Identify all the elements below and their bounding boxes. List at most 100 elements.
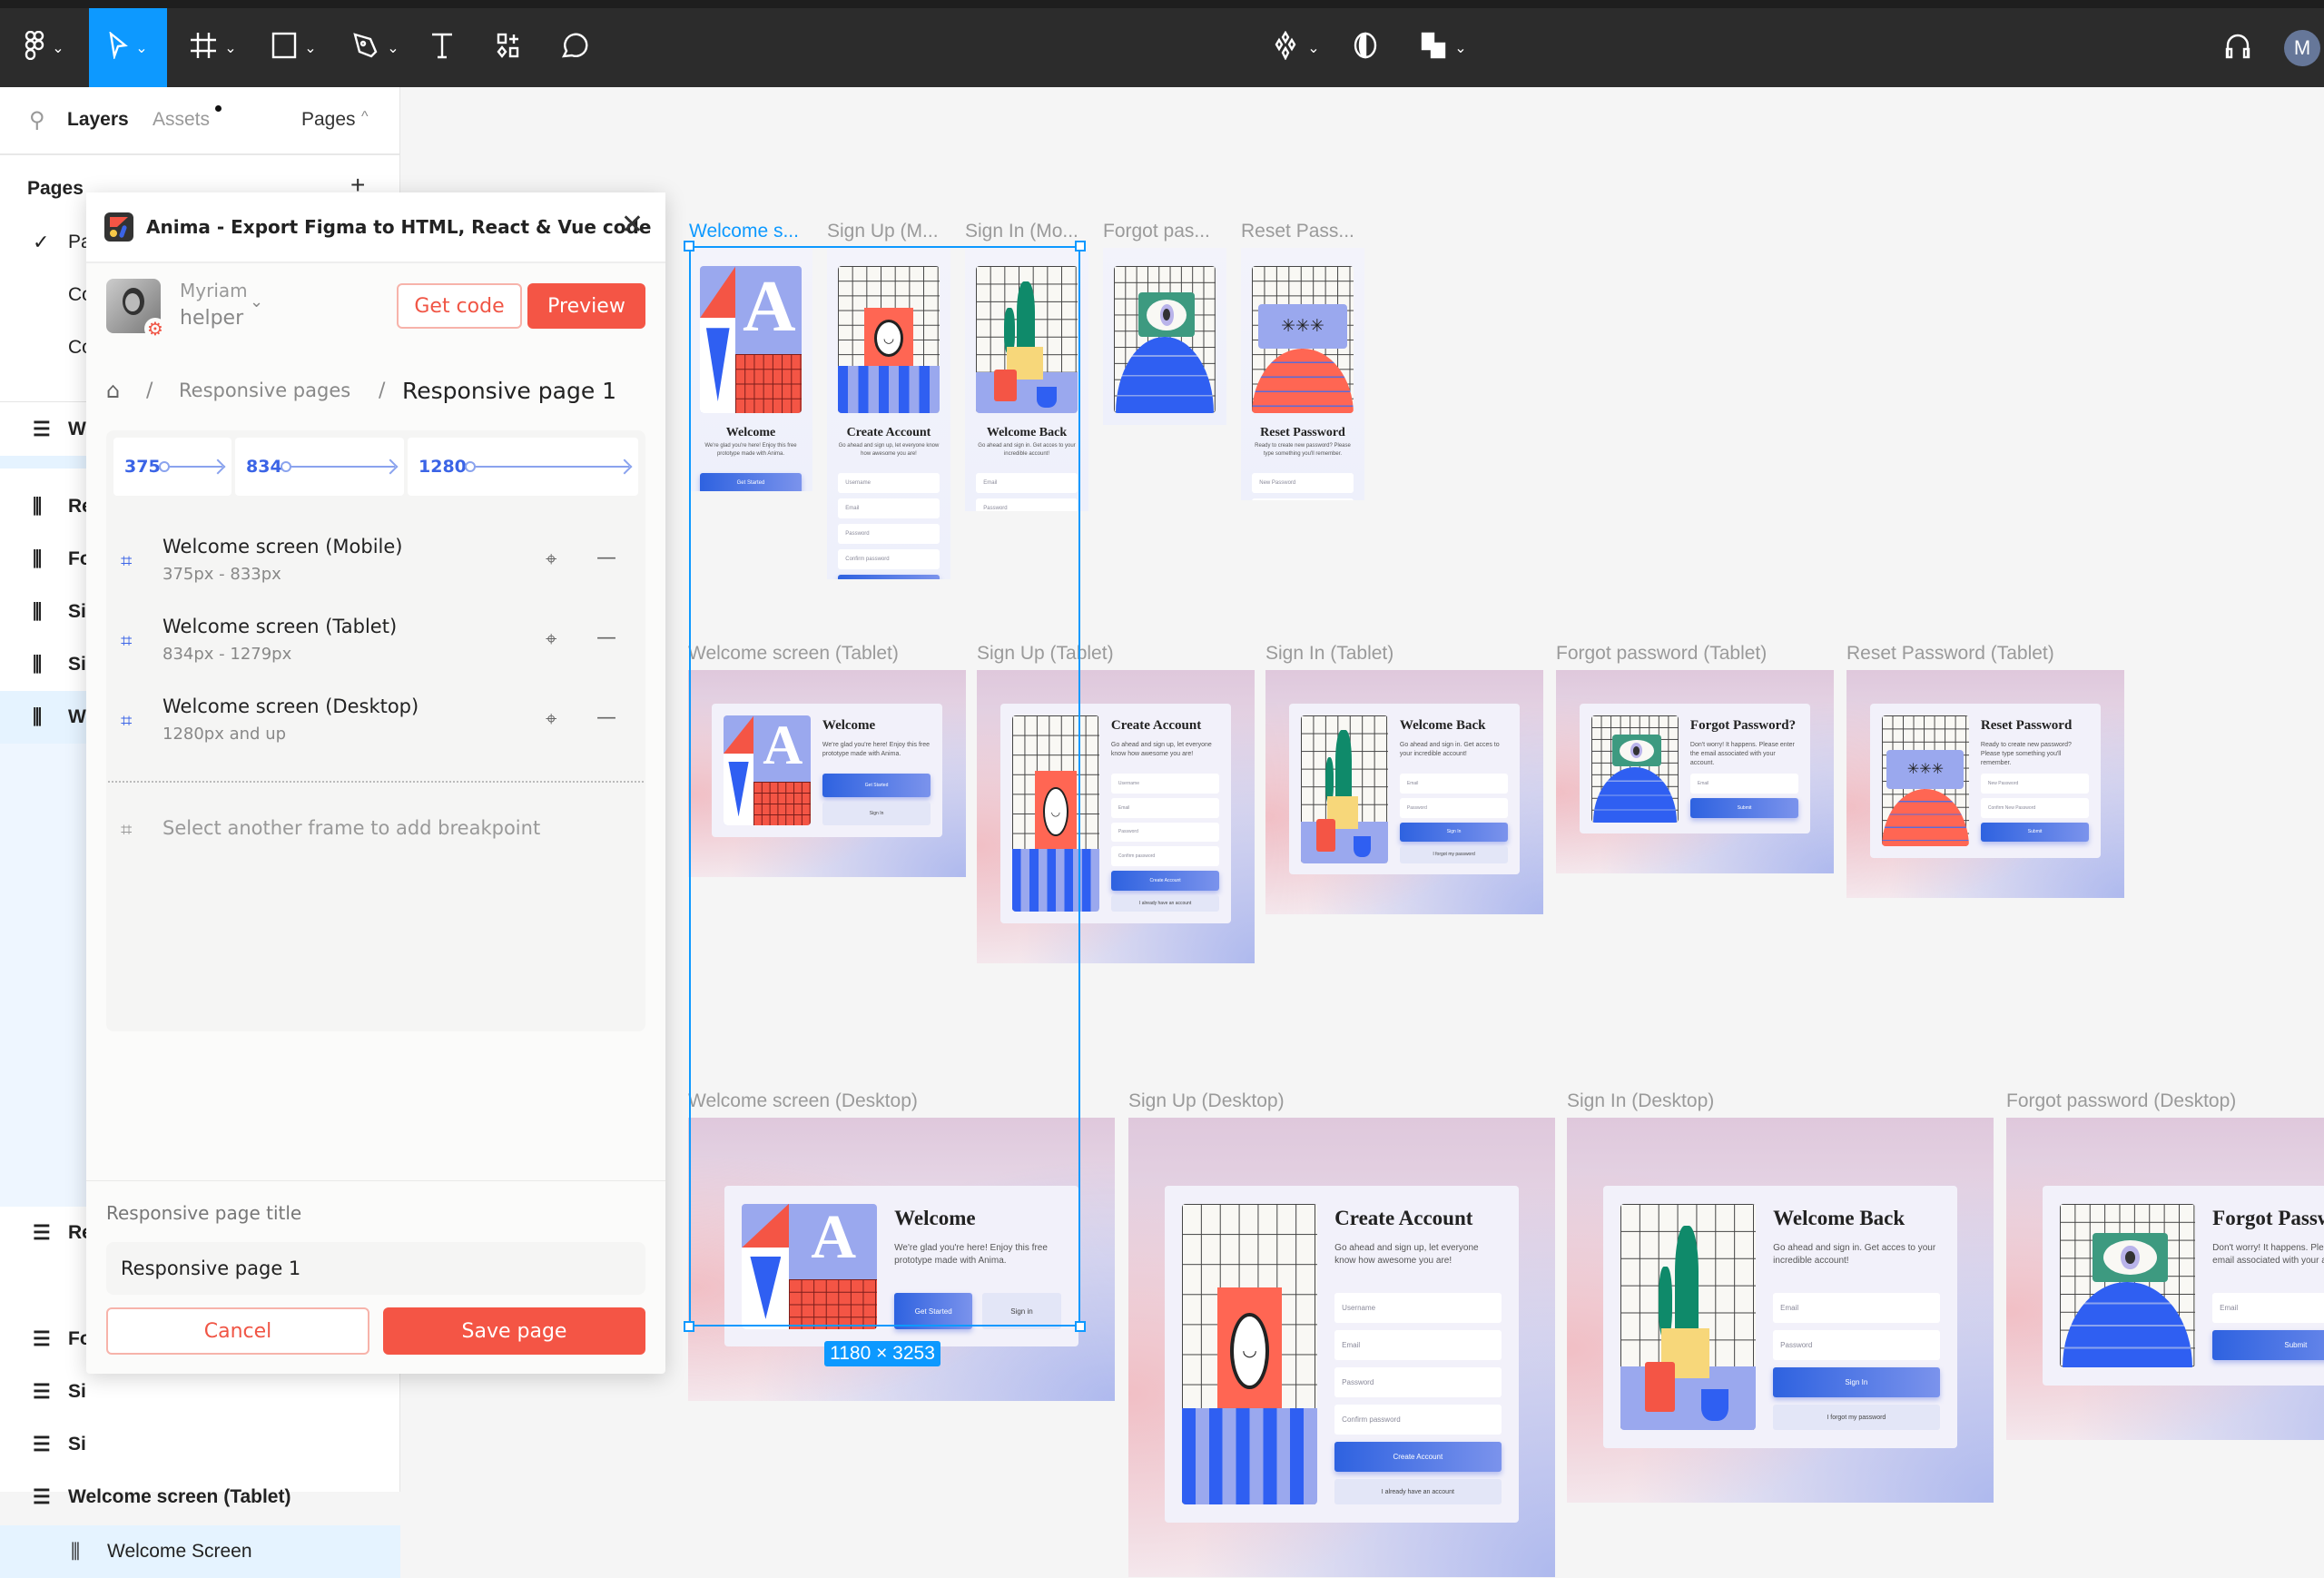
input-field[interactable]: Password bbox=[1110, 822, 1220, 843]
resize-handle[interactable] bbox=[1075, 1321, 1086, 1332]
secondary-button[interactable]: I already have an account bbox=[1334, 1478, 1502, 1505]
frame-label[interactable]: Sign In (Mo... bbox=[965, 221, 1098, 242]
breakpoint-screen-row[interactable]: ⌗ Welcome screen (Mobile) 375px - 833px … bbox=[106, 530, 645, 603]
frame-tablet-eye[interactable]: Forgot Password? Don't worry! It happens.… bbox=[1556, 670, 1834, 874]
input-field[interactable]: Confirm password bbox=[1110, 846, 1220, 866]
input-field[interactable]: Email bbox=[1689, 774, 1799, 794]
home-icon[interactable]: ⌂ bbox=[106, 378, 146, 403]
breakpoint-screen-row[interactable]: ⌗ Welcome screen (Tablet) 834px - 1279px… bbox=[106, 610, 645, 683]
input-field[interactable]: Username bbox=[1334, 1293, 1502, 1324]
layer-item[interactable]: ☰ Welcome screen (Tablet) bbox=[0, 1471, 400, 1524]
input-field[interactable]: New Password bbox=[1980, 774, 2090, 794]
locate-icon[interactable]: ⌖ bbox=[546, 628, 556, 651]
breakpoint-375[interactable]: 375 bbox=[113, 438, 231, 496]
move-tool-button[interactable]: ⌄ bbox=[89, 8, 167, 87]
frame-label[interactable]: Reset Pass... bbox=[1241, 221, 1374, 242]
resize-handle[interactable] bbox=[1075, 241, 1086, 251]
remove-icon[interactable]: — bbox=[596, 547, 616, 569]
frame-label[interactable]: Forgot pas... bbox=[1103, 221, 1236, 242]
secondary-button[interactable]: I forgot my password bbox=[1399, 846, 1509, 863]
secondary-button[interactable]: I forgot my password bbox=[1773, 1405, 1940, 1431]
secondary-button[interactable]: I already have an account bbox=[1110, 894, 1220, 912]
primary-button[interactable]: Sign In bbox=[1399, 822, 1509, 843]
text-tool-button[interactable] bbox=[419, 8, 465, 87]
remove-icon[interactable]: — bbox=[596, 706, 616, 729]
shape-tool-button[interactable]: ⌄ bbox=[261, 8, 327, 87]
input-field[interactable]: Password bbox=[1334, 1367, 1502, 1398]
input-field[interactable]: Confirm password bbox=[1334, 1405, 1502, 1435]
remove-icon[interactable]: — bbox=[596, 626, 616, 649]
input-field[interactable]: Email bbox=[2212, 1293, 2324, 1324]
comment-tool-button[interactable] bbox=[548, 8, 599, 87]
locate-icon[interactable]: ⌖ bbox=[546, 708, 556, 731]
input-field[interactable]: Username bbox=[1110, 774, 1220, 794]
primary-button[interactable]: Submit bbox=[2212, 1330, 2324, 1361]
frame-tool-button[interactable]: ⌄ bbox=[182, 8, 245, 87]
main-menu-button[interactable]: ⌄ bbox=[13, 8, 76, 87]
frame-tablet-cactus[interactable]: Welcome Back Go ahead and sign in. Get ac… bbox=[1265, 670, 1543, 915]
input-field[interactable]: Password bbox=[1773, 1330, 1940, 1361]
selection-size-badge: 1180 × 3253 bbox=[824, 1341, 940, 1366]
page-title-input[interactable]: Responsive page 1 bbox=[106, 1242, 645, 1295]
preview-button[interactable]: Preview bbox=[527, 283, 645, 329]
add-breakpoint-row[interactable]: ⌗ Select another frame to add breakpoint bbox=[106, 804, 645, 877]
frame-desktop-smiley[interactable]: Create Account Go ahead and sign up, let … bbox=[1128, 1118, 1555, 1577]
frame-cursor-icon: ⌗ bbox=[121, 630, 133, 653]
input-field[interactable]: Email bbox=[1773, 1293, 1940, 1324]
primary-button[interactable]: Create Account bbox=[1334, 1441, 1502, 1473]
primary-button[interactable]: Submit bbox=[1689, 797, 1799, 818]
close-icon[interactable]: ✕ bbox=[621, 209, 644, 241]
user-menu-chevron-icon[interactable]: ⌄ bbox=[250, 292, 263, 311]
selection-box[interactable] bbox=[689, 246, 1080, 1327]
frame-label[interactable]: Sign In (Desktop) bbox=[1567, 1090, 2003, 1112]
boolean-button[interactable]: ⌄ bbox=[1412, 8, 1475, 87]
get-code-button[interactable]: Get code bbox=[397, 283, 522, 329]
primary-button[interactable]: Create Account bbox=[1110, 870, 1220, 891]
tab-layers[interactable]: Layers bbox=[67, 109, 129, 131]
components-button[interactable]: ⌄ bbox=[1266, 8, 1324, 87]
locate-icon[interactable]: ⌖ bbox=[546, 548, 556, 571]
frame-desktop-cactus[interactable]: Welcome Back Go ahead and sign in. Get ac… bbox=[1567, 1118, 1994, 1503]
frame-desktop-eye[interactable]: Forgot Passwo Don't worry! It happens. Pl… bbox=[2006, 1118, 2324, 1440]
frame-label[interactable]: Reset Password (Tablet) bbox=[1846, 643, 2133, 665]
frame-label[interactable]: Sign Up (Desktop) bbox=[1128, 1090, 1564, 1112]
breakpoint-screen-row[interactable]: ⌗ Welcome screen (Desktop) 1280px and up… bbox=[106, 690, 645, 763]
frame-label[interactable]: Welcome s... bbox=[689, 221, 822, 242]
input-field[interactable]: Password bbox=[1399, 797, 1509, 818]
input-field[interactable]: Email bbox=[1399, 774, 1509, 794]
pages-toggle[interactable]: Pages bbox=[301, 109, 356, 131]
mask-button[interactable] bbox=[1347, 8, 1384, 87]
resources-button[interactable] bbox=[487, 8, 532, 87]
frame-lines-icon: ☰ bbox=[33, 1485, 51, 1508]
search-icon[interactable]: ⚲ bbox=[29, 107, 45, 133]
chevron-up-icon[interactable]: ^ bbox=[361, 109, 369, 125]
frame-label[interactable]: Sign In (Tablet) bbox=[1265, 643, 1552, 665]
input-field[interactable]: Email bbox=[1334, 1330, 1502, 1361]
breakpoint-834[interactable]: 834 bbox=[235, 438, 404, 496]
user-avatar[interactable]: M bbox=[2284, 30, 2320, 66]
frame-label[interactable]: Forgot password (Tablet) bbox=[1556, 643, 1843, 665]
primary-button[interactable]: Submit bbox=[1980, 822, 2090, 843]
layer-item[interactable]: ☰ Si bbox=[0, 1418, 400, 1471]
input-field[interactable]: Confirm New Password bbox=[1980, 797, 2090, 818]
cancel-button[interactable]: Cancel bbox=[106, 1307, 369, 1355]
breadcrumb-parent[interactable]: Responsive pages bbox=[179, 380, 379, 401]
primary-button[interactable]: Sign In bbox=[1773, 1367, 1940, 1398]
frame-label[interactable]: Sign Up (M... bbox=[827, 221, 960, 242]
layer-item-selected[interactable]: ⫼ Welcome Screen bbox=[0, 1525, 400, 1578]
breakpoint-1280[interactable]: 1280 bbox=[408, 438, 638, 496]
frame-mobile-eye[interactable]: Forgot Password?Don't worry! It happens.… bbox=[1103, 248, 1226, 425]
input-field[interactable]: Email bbox=[1110, 797, 1220, 818]
resize-handle[interactable] bbox=[684, 1321, 694, 1332]
pen-tool-button[interactable]: ⌄ bbox=[343, 8, 409, 87]
save-page-button[interactable]: Save page bbox=[383, 1307, 645, 1355]
frame-label[interactable]: Forgot password (Desktop) bbox=[2006, 1090, 2324, 1112]
input-field[interactable]: New Password bbox=[1252, 473, 1354, 493]
frame-tablet-stars[interactable]: Reset Password Ready to create new passwo… bbox=[1846, 670, 2124, 899]
tab-assets[interactable]: Assets bbox=[153, 109, 210, 131]
input-field[interactable]: Confirm New Password bbox=[1252, 498, 1354, 500]
resize-handle[interactable] bbox=[684, 241, 694, 251]
audio-button[interactable] bbox=[2215, 8, 2260, 87]
settings-gear-icon[interactable]: ⚙ bbox=[144, 318, 166, 340]
frame-mobile-stars[interactable]: ✳✳✳ Reset Password Ready to create new pa… bbox=[1241, 248, 1364, 500]
